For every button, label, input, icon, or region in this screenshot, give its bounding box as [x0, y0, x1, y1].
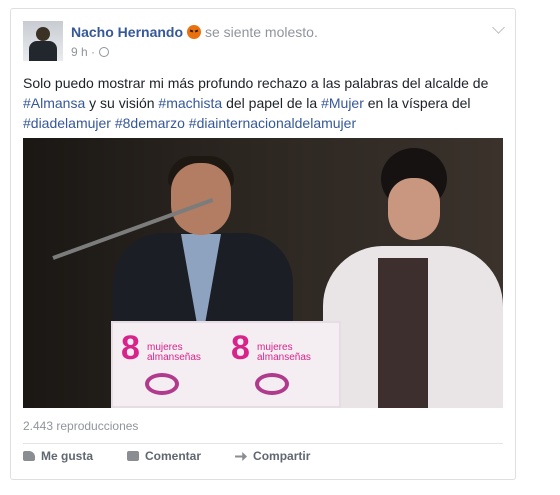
post-text-part: y su visión — [85, 95, 159, 111]
heart-logo-icon — [145, 373, 179, 395]
comment-label: Comentar — [145, 449, 202, 463]
podium-sign: 8 mujeres almanseñas — [121, 331, 221, 401]
globe-icon[interactable] — [99, 47, 110, 57]
chevron-down-icon[interactable] — [492, 21, 505, 34]
share-icon — [235, 452, 248, 461]
share-button[interactable]: Compartir — [235, 449, 310, 463]
post-card: Nacho Hernando se siente molesto. 9 h · … — [10, 8, 516, 480]
avatar[interactable] — [23, 21, 63, 61]
comment-icon — [127, 451, 140, 461]
author-name[interactable]: Nacho Hernando — [71, 24, 183, 40]
like-button[interactable]: Me gusta — [23, 449, 93, 463]
view-count: 2.443 reproducciones — [23, 419, 139, 433]
hashtag-mujer[interactable]: #Mujer — [321, 95, 364, 111]
post-time[interactable]: 9 h · — [71, 45, 95, 59]
hashtag-machista[interactable]: #machista — [158, 95, 222, 111]
like-icon — [23, 451, 35, 461]
hashtag-diainternacionaldelamujer[interactable]: #diainternacionaldelamujer — [189, 115, 356, 131]
like-label: Me gusta — [41, 449, 94, 463]
hashtag-diadelamujer[interactable]: #diadelamujer — [23, 115, 111, 131]
video-player[interactable]: 8 mujeres almanseñas 8 mujeres almanseña… — [23, 138, 503, 408]
feeling-text: se siente molesto. — [205, 24, 318, 40]
hashtag-almansa[interactable]: #Almansa — [23, 95, 85, 111]
podium: 8 mujeres almanseñas 8 mujeres almanseña… — [111, 321, 341, 408]
divider — [23, 443, 503, 444]
post-text-part: Solo puedo mostrar mi más profundo recha… — [23, 75, 489, 91]
podium-sign: 8 mujeres almanseñas — [231, 331, 331, 401]
post-text-part: en la víspera del — [363, 95, 471, 111]
post-meta: 9 h · — [71, 45, 110, 59]
comment-button[interactable]: Comentar — [127, 449, 201, 463]
hashtag-8demarzo[interactable]: #8demarzo — [115, 115, 185, 131]
feeling-status: se siente molesto. — [187, 24, 318, 40]
post-text: Solo puedo mostrar mi más profundo recha… — [23, 73, 503, 133]
post-text-part: del papel de la — [222, 95, 322, 111]
angry-face-icon — [187, 25, 201, 39]
heart-logo-icon — [255, 373, 289, 395]
share-label: Compartir — [253, 449, 311, 463]
action-bar: Me gusta Comentar Compartir — [23, 449, 310, 463]
